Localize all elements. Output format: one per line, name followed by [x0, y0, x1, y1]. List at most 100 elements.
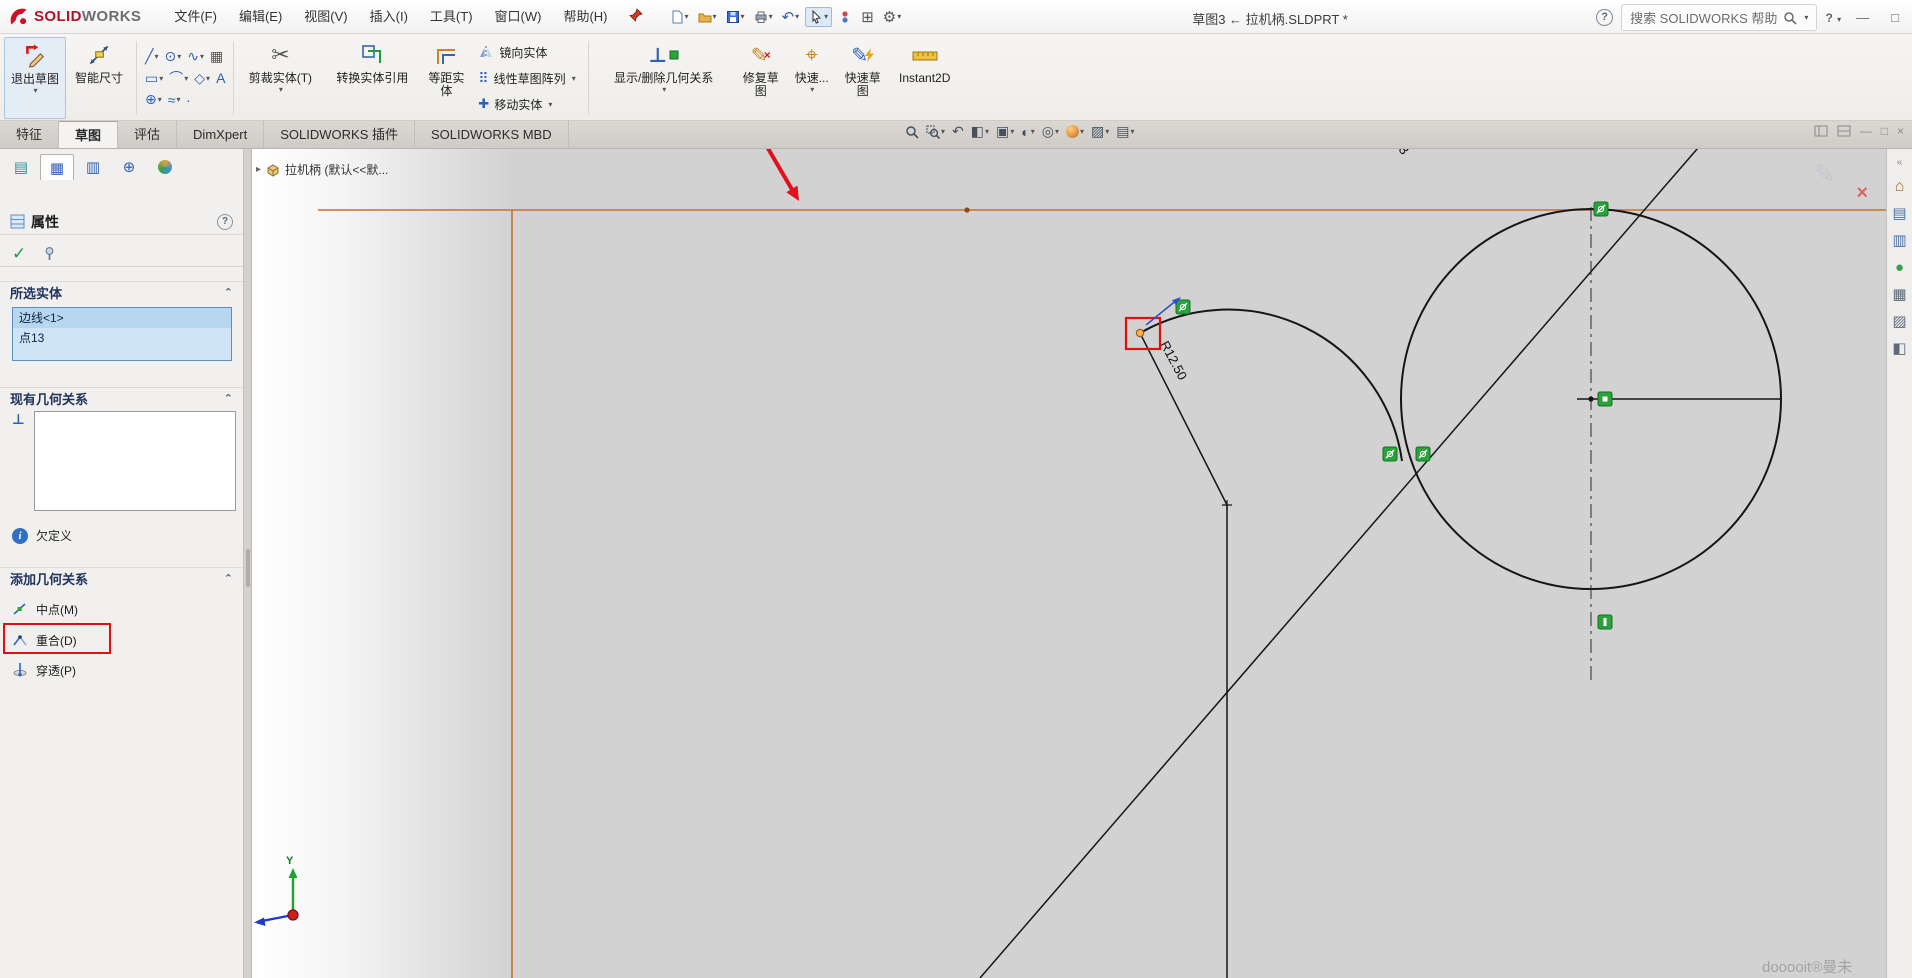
circle-center-point[interactable]: [1588, 396, 1593, 401]
display-style-button[interactable]: ◐▾: [1021, 124, 1034, 140]
chevron-down-icon[interactable]: ▾: [33, 86, 37, 95]
trim-entities-button[interactable]: ✂ 剪裁实体(T) ▾: [238, 37, 322, 119]
section-view-button[interactable]: ◧▾: [971, 123, 989, 140]
display-delete-relations-button[interactable]: ⊥ 显示/删除几何关系 ▾: [593, 37, 735, 119]
sketch-viewport[interactable]: R12.50 R3 Y Z dooooit®曼未: [252, 149, 1886, 978]
scenes-icon[interactable]: ▨: [1892, 314, 1906, 330]
breadcrumb[interactable]: ▸ 拉机柄 (默认<<默...: [256, 161, 388, 178]
panel-help-icon[interactable]: ?: [217, 214, 233, 230]
grid-snap-button[interactable]: ⊞: [858, 6, 877, 28]
text-tool-button[interactable]: A: [214, 67, 227, 89]
menu-insert[interactable]: 插入(I): [359, 5, 419, 29]
spline-tool-button[interactable]: ∿▾: [185, 47, 206, 66]
split-pane-icon[interactable]: [1837, 125, 1851, 137]
rapid-sketch-button[interactable]: ✎ 快速草图: [837, 37, 889, 119]
home-icon[interactable]: ⌂: [1895, 179, 1905, 195]
existing-relations-listbox[interactable]: [34, 411, 236, 511]
cancel-sketch-icon[interactable]: ×: [1856, 182, 1868, 205]
tab-dimxpert-manager[interactable]: ⊕: [112, 154, 146, 180]
relation-badge-vertical[interactable]: [1598, 615, 1612, 629]
linear-sketch-pattern-button[interactable]: ⠿ 线性草图阵列 ▾: [474, 66, 579, 90]
tab-solidworks-mbd[interactable]: SOLIDWORKS MBD: [415, 121, 569, 148]
menu-help[interactable]: 帮助(H): [552, 5, 618, 29]
expand-pane-icon[interactable]: [1814, 125, 1828, 137]
existing-relations-section[interactable]: 现有几何关系 ⌃: [0, 387, 243, 409]
design-library-icon[interactable]: ▤: [1892, 206, 1906, 222]
mirror-entities-button[interactable]: 镜向实体: [474, 40, 579, 64]
point-tool-button[interactable]: ∙: [184, 90, 192, 109]
help-circle-icon[interactable]: ?: [1596, 9, 1613, 26]
instant2d-button[interactable]: Instant2D: [889, 37, 961, 119]
select-tool-button[interactable]: ▾: [805, 7, 832, 27]
doc-close-icon[interactable]: ×: [1897, 124, 1904, 138]
convert-entities-button[interactable]: 转换实体引用: [322, 37, 422, 119]
rectangle-tool-button[interactable]: ▭▾: [143, 67, 165, 89]
splitter-grabber[interactable]: [246, 549, 250, 587]
relation-badge-tangent-1[interactable]: [1176, 300, 1190, 314]
ok-button[interactable]: ✓: [12, 244, 26, 264]
file-explorer-icon[interactable]: ▥: [1892, 233, 1906, 249]
appearances-sphere-icon[interactable]: ●: [1895, 260, 1904, 276]
conic-tool-button[interactable]: ≈▾: [166, 90, 183, 109]
zoom-to-fit-button[interactable]: [905, 125, 919, 139]
collapse-chevron-icon[interactable]: ⌃: [224, 286, 233, 299]
collapse-chevron-icon[interactable]: ⌃: [224, 572, 233, 585]
render-tools-button[interactable]: [835, 8, 855, 26]
tab-solidworks-addins[interactable]: SOLIDWORKS 插件: [264, 121, 415, 148]
zoom-to-area-button[interactable]: ▾: [926, 125, 945, 139]
menu-window[interactable]: 窗口(W): [484, 5, 553, 29]
line-tool-button[interactable]: ╱▾: [143, 47, 160, 66]
repair-sketch-button[interactable]: ✎ × 修复草图: [735, 37, 787, 119]
tab-feature-manager[interactable]: ▤: [4, 154, 38, 180]
collapse-chevron-icon[interactable]: ⌃: [224, 392, 233, 405]
relation-pierce-button[interactable]: 穿透(P): [12, 660, 76, 680]
undo-button[interactable]: ↶ ▾: [779, 6, 803, 28]
move-entities-button[interactable]: ✚ 移动实体 ▾: [474, 92, 579, 116]
doc-minimize-icon[interactable]: —: [1860, 124, 1872, 138]
hide-show-items-button[interactable]: ◎▾: [1042, 123, 1059, 140]
chevron-down-icon[interactable]: ▾: [810, 85, 814, 94]
collapse-pane-icon[interactable]: «: [1897, 157, 1903, 168]
apply-scene-button[interactable]: ▨▾: [1091, 123, 1109, 140]
selected-entity-item[interactable]: 边线<1>: [13, 308, 231, 328]
forum-icon[interactable]: ◧: [1892, 341, 1906, 357]
previous-view-button[interactable]: ↶: [952, 123, 964, 140]
minimize-button[interactable]: —: [1849, 8, 1876, 27]
selected-entities-section[interactable]: 所选实体 ⌃: [0, 281, 243, 303]
ellipse-tool-button[interactable]: ◇▾: [192, 67, 212, 89]
flyout-tree-arrow-icon[interactable]: ▸: [256, 164, 261, 175]
save-button[interactable]: ▾: [723, 8, 748, 26]
offset-entities-button[interactable]: 等距实体: [422, 37, 470, 119]
tab-display-manager[interactable]: [148, 154, 182, 180]
menu-file[interactable]: 文件(F): [163, 5, 228, 29]
new-document-button[interactable]: ▾: [667, 8, 692, 26]
help-menu-button[interactable]: ? ▾: [1825, 11, 1841, 25]
quick-snaps-button[interactable]: ⌖ 快速... ▾: [787, 37, 837, 119]
selected-entity-item[interactable]: 点13: [13, 328, 231, 348]
arc-tool-button[interactable]: ⌒▾: [167, 67, 190, 89]
graphics-area[interactable]: R12.50 R3 Y Z dooooit®曼未: [252, 149, 1886, 978]
tab-evaluate[interactable]: 评估: [118, 121, 177, 148]
pin-menubar-icon[interactable]: [629, 8, 643, 25]
sketch-point-13[interactable]: [1136, 329, 1143, 336]
print-button[interactable]: ▾: [751, 8, 776, 26]
view-orientation-button[interactable]: ▣▾: [996, 123, 1014, 140]
edge-point[interactable]: [964, 207, 969, 212]
exit-sketch-button[interactable]: 退出草图 ▾: [4, 37, 66, 119]
keep-visible-pin-icon[interactable]: [42, 246, 57, 261]
tab-configuration-manager[interactable]: ▥: [76, 154, 110, 180]
selected-entities-listbox[interactable]: 边线<1> 点13: [12, 307, 232, 361]
edit-appearance-button[interactable]: ▾: [1066, 125, 1084, 138]
menu-view[interactable]: 视图(V): [293, 5, 358, 29]
menu-edit[interactable]: 编辑(E): [228, 5, 293, 29]
options-button[interactable]: ⚙ ▾: [880, 6, 904, 28]
tab-dimxpert[interactable]: DimXpert: [177, 121, 264, 148]
menu-tools[interactable]: 工具(T): [419, 5, 484, 29]
slot-tool-button[interactable]: ⊕▾: [143, 90, 164, 109]
open-document-button[interactable]: ▾: [695, 8, 720, 26]
panel-splitter[interactable]: [244, 149, 252, 978]
help-search-box[interactable]: 搜索 SOLIDWORKS 帮助 ▾: [1621, 4, 1817, 31]
restore-button[interactable]: □: [1884, 8, 1906, 27]
sketch-picture-button[interactable]: ▦: [208, 47, 225, 66]
relation-badge-tangent-3[interactable]: [1416, 447, 1430, 461]
